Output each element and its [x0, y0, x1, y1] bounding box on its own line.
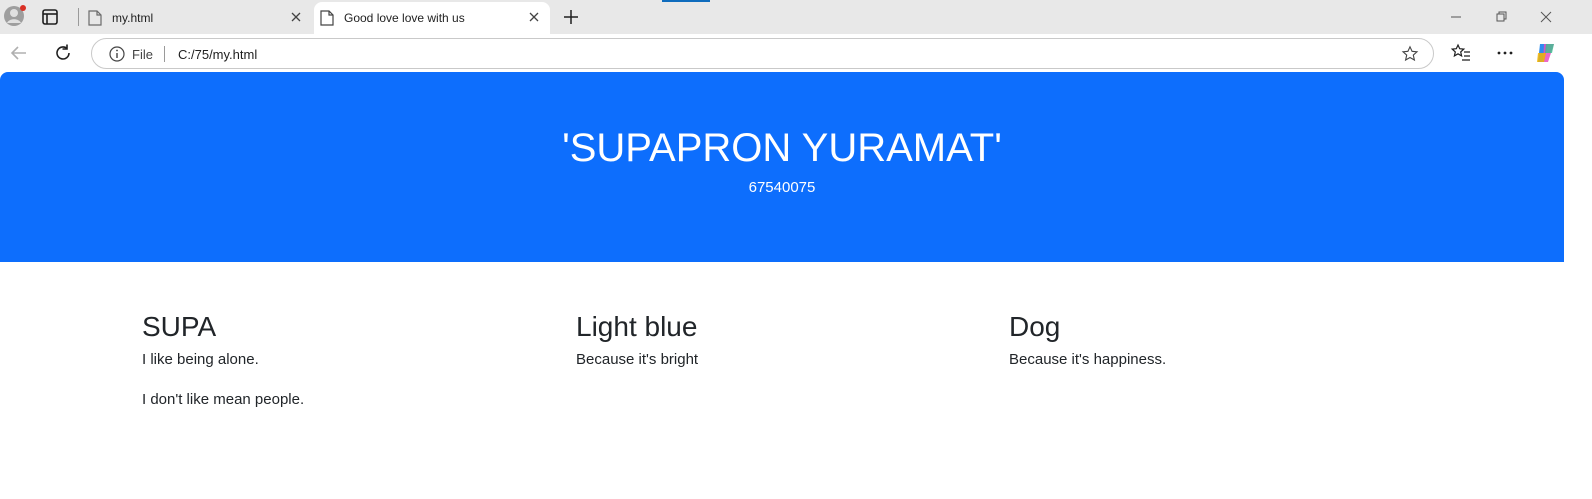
tab-actions-button[interactable] — [40, 7, 60, 27]
page-viewport: 'SUPAPRON YURAMAT' 67540075 SUPA I like … — [0, 72, 1564, 499]
tab-strip: my.html Good love love with us — [0, 0, 1592, 34]
address-bar[interactable]: File C:/75/my.html — [91, 38, 1434, 69]
file-icon — [320, 10, 334, 26]
minimize-icon[interactable] — [1446, 7, 1466, 27]
copilot-icon[interactable] — [1534, 41, 1558, 65]
column-text: Because it's bright — [576, 351, 699, 368]
column-text: I don't like mean people. — [142, 391, 305, 408]
hero-subtitle: 67540075 — [748, 179, 816, 196]
site-info-label[interactable]: File — [132, 47, 153, 62]
window-gutter — [1564, 72, 1592, 499]
profile-avatar[interactable] — [4, 5, 26, 27]
file-icon — [88, 10, 102, 26]
favorite-star-icon[interactable] — [1401, 45, 1419, 63]
address-separator — [164, 46, 165, 62]
info-icon[interactable] — [108, 45, 126, 63]
tab-separator — [78, 8, 79, 26]
more-options-icon[interactable] — [1494, 42, 1516, 64]
reload-icon[interactable] — [52, 42, 74, 64]
close-tab-icon[interactable] — [526, 9, 542, 25]
restore-icon[interactable] — [1491, 7, 1511, 27]
column-heading: SUPA — [142, 311, 217, 342]
close-tab-icon[interactable] — [288, 9, 304, 25]
notification-dot — [20, 5, 26, 11]
tab-actions-icon — [42, 9, 58, 25]
browser-toolbar: File C:/75/my.html — [0, 34, 1592, 72]
column-text: I like being alone. — [142, 351, 259, 368]
hero-banner: 'SUPAPRON YURAMAT' 67540075 — [0, 72, 1564, 262]
new-tab-icon[interactable] — [561, 7, 581, 27]
column-light-blue: Light blue Because it's bright — [576, 310, 976, 390]
url-text[interactable]: C:/75/my.html — [178, 47, 257, 62]
tab-title: my.html — [112, 11, 154, 25]
column-dog: Dog Because it's happiness. — [1009, 310, 1409, 390]
column-heading: Light blue — [576, 311, 698, 342]
back-icon[interactable] — [8, 42, 30, 64]
tab-indicator — [662, 0, 710, 2]
column-supa: SUPA I like being alone. I don't like me… — [142, 310, 542, 430]
hero-title: 'SUPAPRON YURAMAT' — [562, 126, 1002, 170]
window-close-icon[interactable] — [1536, 7, 1556, 27]
column-text: Because it's happiness. — [1009, 351, 1167, 368]
column-heading: Dog — [1009, 311, 1061, 342]
favorites-icon[interactable] — [1450, 42, 1472, 64]
tab-good-love[interactable]: Good love love with us — [314, 2, 550, 34]
tab-title: Good love love with us — [344, 11, 465, 25]
tab-my-html[interactable]: my.html — [82, 2, 312, 34]
